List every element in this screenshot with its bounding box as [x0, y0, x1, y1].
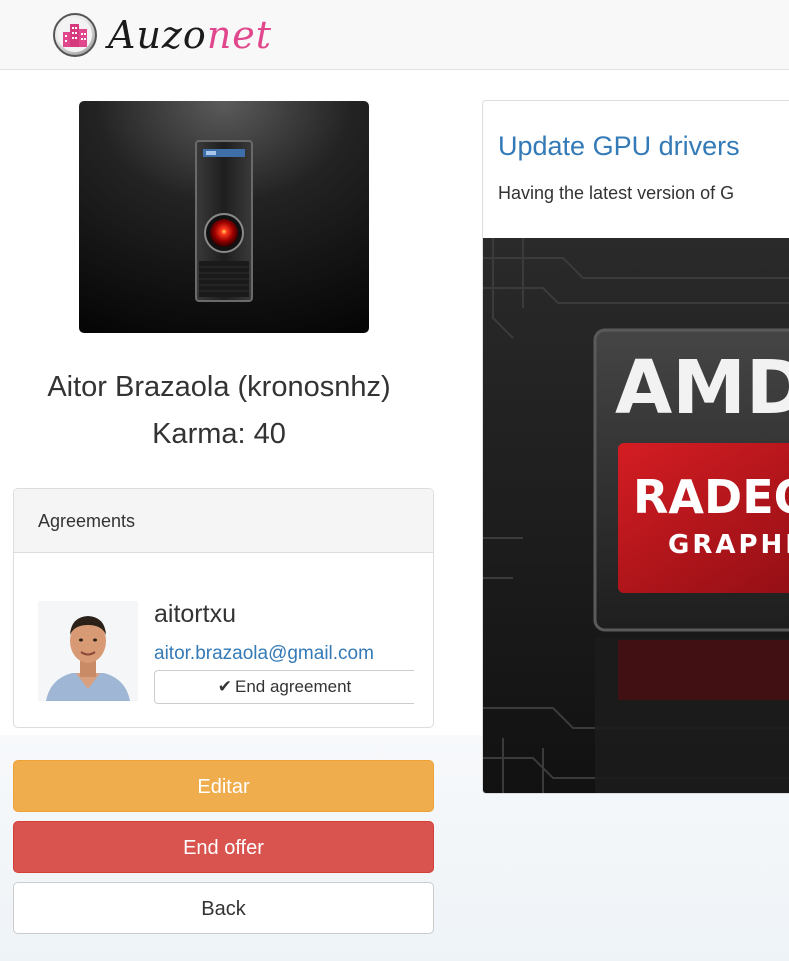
profile-photo [79, 101, 369, 333]
offer-card: Update GPU drivers Having the latest ver… [482, 100, 789, 794]
brand-name-part2: net [206, 13, 273, 57]
agreements-heading: Agreements [14, 489, 433, 553]
end-agreement-button[interactable]: ✔ End agreement [154, 670, 414, 704]
brand-name-part1: Auzo [108, 13, 207, 57]
back-button[interactable]: Back [13, 882, 434, 934]
profile-karma: Karma: 40 [152, 418, 286, 450]
offer-description: Having the latest version of G [498, 183, 735, 203]
offer-image-text-amd: AMD [615, 345, 789, 431]
navbar: Auzonet [0, 0, 789, 70]
city-logo-icon [53, 13, 97, 57]
agreement-avatar [38, 601, 138, 701]
profile-name: Aitor Brazaola (kronosnhz) [47, 371, 391, 403]
offer-title-link[interactable]: Update GPU drivers [498, 131, 740, 162]
agreement-email-link[interactable]: aitor.brazaola@gmail.com [154, 643, 374, 665]
brand-link[interactable]: Auzonet [52, 12, 272, 58]
offer-image-text-graphics: GRAPHICS [668, 530, 789, 560]
agreement-username: aitortxu [154, 600, 236, 628]
end-offer-button[interactable]: End offer [13, 821, 434, 873]
brand-name: Auzonet [108, 12, 272, 58]
agreements-panel: Agreements aitortxu aitor.brazaola@gmail… [13, 488, 434, 728]
edit-button[interactable]: Editar [13, 760, 434, 812]
offer-image: AMD RADEON GRAPHICS [483, 238, 789, 793]
end-agreement-label: End agreement [235, 677, 352, 696]
check-icon: ✔ [217, 677, 232, 696]
offer-image-text-radeon: RADEON [633, 470, 789, 524]
